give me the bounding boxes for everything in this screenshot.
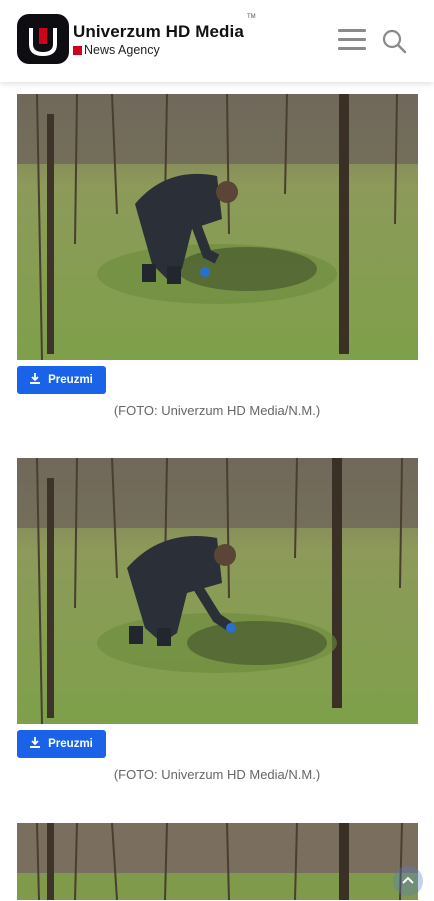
photo-field-partial <box>17 823 418 900</box>
photo-man-in-field <box>17 458 418 724</box>
red-square-icon <box>73 45 82 55</box>
download-button[interactable]: Preuzmi <box>17 366 106 394</box>
gallery-photo[interactable] <box>17 94 418 360</box>
photo-man-in-field <box>17 94 418 360</box>
gallery-photo[interactable] <box>17 458 418 724</box>
download-button-label: Preuzmi <box>48 374 93 386</box>
photo-caption: (FOTO: Univerzum HD Media/N.M.) <box>113 403 321 418</box>
download-button[interactable]: Preuzmi <box>17 730 106 758</box>
brand-subtitle: News Agency <box>84 43 160 57</box>
site-header: Univerzum HD Media TM News Agency <box>0 0 434 82</box>
search-icon[interactable] <box>381 28 407 54</box>
gallery-photo[interactable] <box>17 823 418 900</box>
photo-caption: (FOTO: Univerzum HD Media/N.M.) <box>113 767 321 782</box>
brand-logo[interactable] <box>17 14 69 64</box>
chevron-up-icon <box>402 876 414 884</box>
menu-icon[interactable] <box>338 29 366 53</box>
download-icon <box>30 373 41 387</box>
trademark-mark: TM <box>247 14 256 20</box>
download-icon <box>30 737 41 751</box>
brand-name[interactable]: Univerzum HD Media <box>73 22 244 42</box>
download-button-label: Preuzmi <box>48 738 93 750</box>
logo-mark-icon <box>29 28 57 57</box>
scroll-to-top-button[interactable] <box>393 866 423 896</box>
brand-subtitle-row: News Agency <box>73 43 160 57</box>
